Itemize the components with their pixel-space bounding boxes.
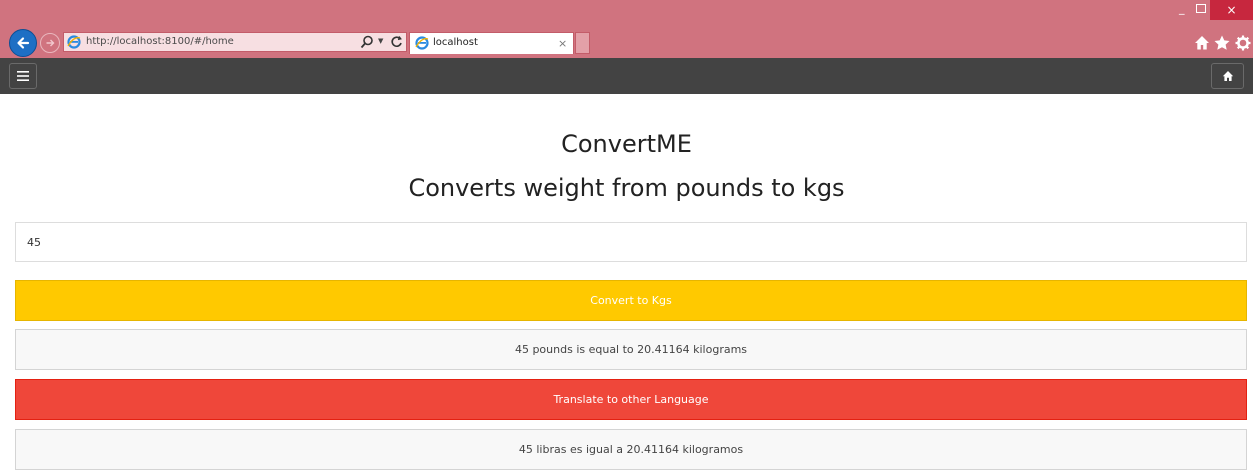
browser-toolbar-icons	[1193, 32, 1253, 54]
page-subtitle: Converts weight from pounds to kgs	[408, 174, 845, 202]
pounds-input[interactable]	[15, 222, 1247, 262]
browser-chrome: http://localhost:8100/#/home ▼ localhost…	[0, 0, 1253, 58]
maximize-icon[interactable]	[1196, 4, 1206, 13]
translate-button[interactable]: Translate to other Language	[15, 379, 1247, 420]
close-window-button[interactable]: ×	[1210, 0, 1253, 20]
page-title: ConvertME	[561, 130, 692, 158]
new-tab-button[interactable]	[575, 32, 590, 54]
conversion-result: 45 pounds is equal to 20.41164 kilograms	[15, 329, 1247, 370]
ie-logo-icon	[67, 35, 81, 49]
browser-tab[interactable]: localhost ×	[409, 32, 574, 54]
translated-result: 45 libras es igual a 20.41164 kilogramos	[15, 429, 1247, 470]
forward-arrow-icon	[46, 39, 55, 47]
search-icon[interactable]	[360, 34, 374, 50]
home-button[interactable]	[1211, 63, 1244, 89]
convert-button[interactable]: Convert to Kgs	[15, 280, 1247, 321]
minimize-icon[interactable]: _	[1179, 3, 1189, 14]
address-bar[interactable]: http://localhost:8100/#/home ▼	[63, 32, 407, 52]
close-icon: ×	[1226, 3, 1237, 17]
hamburger-menu-icon	[17, 71, 29, 81]
forward-button[interactable]	[40, 33, 60, 53]
app-header-bar	[0, 58, 1253, 94]
refresh-icon[interactable]	[390, 34, 404, 50]
home-icon	[1222, 71, 1233, 81]
search-dropdown-icon[interactable]: ▼	[378, 37, 383, 45]
back-arrow-icon	[17, 37, 30, 49]
menu-button[interactable]	[9, 63, 37, 89]
back-button[interactable]	[9, 29, 37, 57]
star-icon[interactable]	[1213, 34, 1231, 52]
tab-title: localhost	[433, 37, 478, 48]
ie-logo-icon	[415, 36, 429, 50]
home-icon[interactable]	[1193, 34, 1211, 52]
address-url: http://localhost:8100/#/home	[86, 36, 234, 47]
tab-close-icon[interactable]: ×	[558, 37, 567, 50]
gear-icon[interactable]	[1234, 34, 1252, 52]
